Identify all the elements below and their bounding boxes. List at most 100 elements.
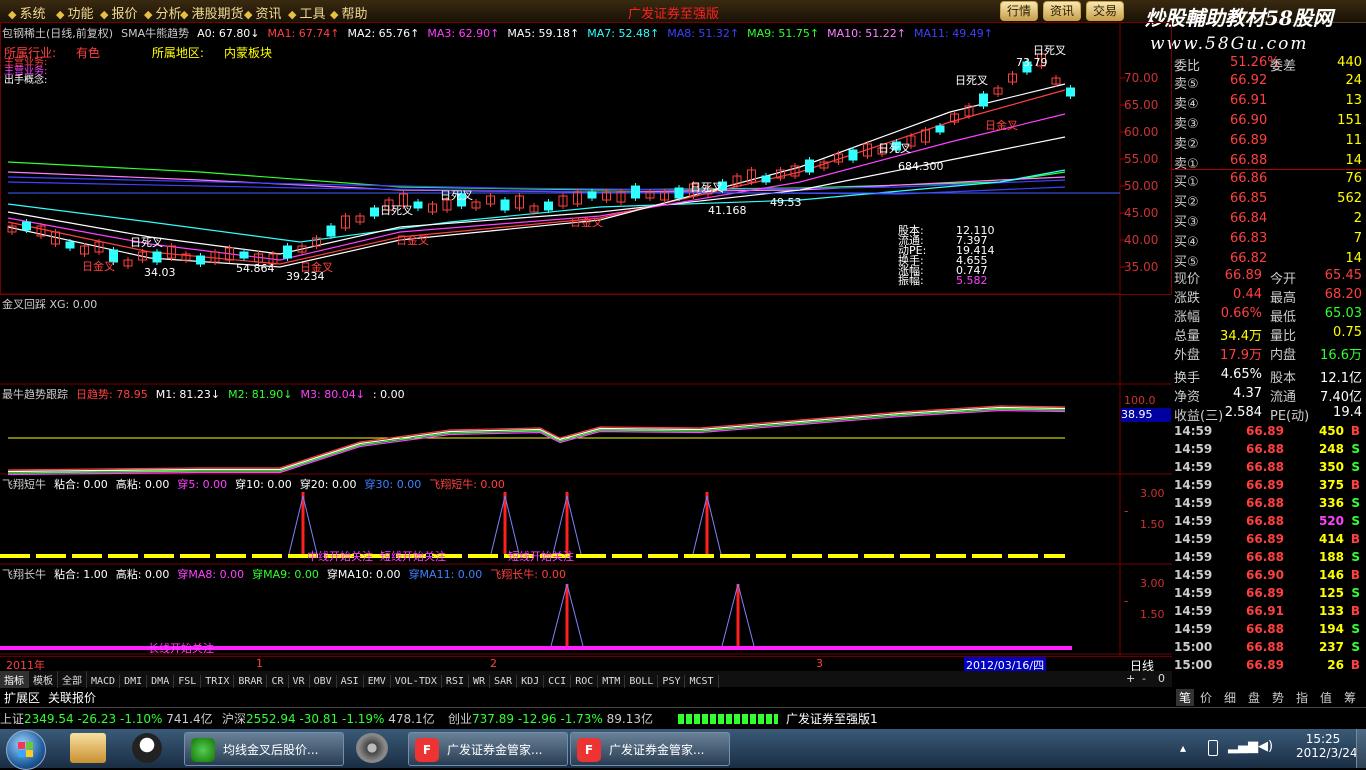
chart-annotation: 41.168 (708, 204, 747, 217)
sell-level-row[interactable]: 卖③ 66.90 151 (1172, 113, 1366, 132)
menu-item-help[interactable]: ◆ 帮助 (330, 3, 367, 22)
media-player-icon[interactable] (356, 733, 388, 763)
task-broker-2[interactable]: F 广发证券金管家... (570, 732, 730, 766)
panel5-ytick-high: 3.00 (1140, 577, 1165, 590)
indicator-tab-macd[interactable]: MACD (87, 675, 121, 688)
file-explorer-icon[interactable] (70, 733, 106, 763)
sell-level-row[interactable]: 卖④ 66.91 13 (1172, 93, 1366, 112)
chart-annotation: 日金叉 (82, 260, 115, 273)
buy-level-row[interactable]: 买③ 66.84 2 (1172, 211, 1366, 230)
indicator-tab-sar[interactable]: SAR (490, 675, 518, 688)
quote-tab[interactable]: 笔 (1176, 689, 1195, 706)
sell-level-row[interactable]: 卖⑤ 66.92 24 (1172, 73, 1366, 92)
quote-tab[interactable]: 值 (1320, 689, 1332, 706)
title-item: MA11: 49.49↑ (914, 27, 993, 40)
indicator-tab-roc[interactable]: ROC (571, 675, 599, 688)
buy-level-row[interactable]: 买④ 66.83 7 (1172, 231, 1366, 250)
sell-level-row[interactable]: 卖② 66.89 11 (1172, 133, 1366, 152)
tick-row: 14:59 66.91 133 B (1174, 604, 1360, 618)
indicator-tab-boll[interactable]: BOLL (625, 675, 659, 688)
indicator-tab-指标[interactable]: 指标 (0, 671, 29, 688)
index-item[interactable]: 上证2349.54 -26.23 -1.10% 741.4亿 (0, 708, 213, 730)
indicator-tab-brar[interactable]: BRAR (234, 675, 268, 688)
index-item[interactable]: 创业737.89 -12.96 -1.73% 89.13亿 (448, 708, 653, 730)
quote-tab[interactable]: 细 (1224, 689, 1236, 706)
signal-icon[interactable]: ▂▄▆ (1228, 739, 1258, 754)
buy-level-row[interactable]: 买⑤ 66.82 14 (1172, 251, 1366, 270)
title-item: M1: 81.23↓ (155, 388, 221, 401)
price-tick: 70.00 (1124, 71, 1159, 85)
quote-tab[interactable]: 筹 (1344, 689, 1356, 706)
menu-item-tools[interactable]: ◆ 工具 (288, 3, 325, 22)
indicator-tab-wr[interactable]: WR (469, 675, 491, 688)
chart-annotation: 日金叉 (396, 234, 429, 247)
indicator-tab-emv[interactable]: EMV (364, 675, 391, 688)
indicator-tab-mcst[interactable]: MCST (685, 675, 719, 688)
menu-item-news[interactable]: ◆ 资讯 (244, 3, 281, 22)
candle-body (413, 201, 423, 209)
quote-tab[interactable]: 盘 (1248, 689, 1260, 706)
battery-icon[interactable] (1208, 740, 1218, 756)
indicator-tab-mtm[interactable]: MTM (598, 675, 626, 688)
show-desktop-button[interactable] (1356, 729, 1366, 768)
chart-annotation: 34.03 (144, 266, 176, 279)
qq-icon[interactable] (132, 733, 162, 763)
tick-row: 14:59 66.90 146 B (1174, 568, 1360, 582)
menu-item-quote[interactable]: ◆ 报价 (100, 3, 137, 22)
index-item[interactable]: 沪深2552.94 -30.81 -1.19% 478.1亿 (222, 708, 435, 730)
candle-body (152, 251, 162, 263)
task-browser[interactable]: 均线金叉后股价... (184, 732, 344, 766)
indicator-tab-fsl[interactable]: FSL (174, 675, 202, 688)
tray-arrow-icon[interactable]: ▴ (1180, 741, 1186, 755)
tick-row: 14:59 66.88 188 S (1174, 550, 1360, 564)
indicator-tab-vr[interactable]: VR (289, 675, 310, 688)
indicator-tab-psy[interactable]: PSY (658, 675, 686, 688)
menu-item-system[interactable]: ◆ 系统 (8, 3, 45, 22)
volume-icon[interactable]: ◀) (1258, 739, 1273, 754)
quote-tab[interactable]: 指 (1296, 689, 1308, 706)
indicator-tab-kdj[interactable]: KDJ (517, 675, 545, 688)
title-item: 穿MA9: 0.00 (252, 568, 319, 581)
trade-button[interactable]: 交易 (1086, 1, 1125, 21)
indicator-tab-cr[interactable]: CR (267, 675, 289, 688)
indicator-tab-asi[interactable]: ASI (337, 675, 364, 688)
panel4-label-short: 短线开始关注 (380, 550, 446, 563)
indicator-tab-全部[interactable]: 全部 (58, 671, 87, 688)
zoom-in-button[interactable]: + (1126, 672, 1135, 685)
start-button[interactable] (6, 730, 46, 770)
buy-level-row[interactable]: 买① 66.86 76 (1172, 171, 1366, 190)
title-item: 飞翔短牛 (2, 478, 46, 491)
indicator-tab-模板[interactable]: 模板 (29, 671, 58, 688)
indicator-tab-obv[interactable]: OBV (310, 675, 337, 688)
ext-tab-expand[interactable]: 扩展区 (4, 689, 40, 706)
chart-annotation: 日死叉 (380, 204, 413, 217)
ext-tab-related[interactable]: 关联报价 (48, 689, 96, 706)
menu-item-function[interactable]: ◆ 功能 (56, 3, 93, 22)
indicator-tab-vol-tdx[interactable]: VOL-TDX (391, 675, 442, 688)
menu-item-analysis[interactable]: ◆ 分析 (144, 3, 181, 22)
x-axis: 2011年 1 2 3 2012/03/16/四 日线 (0, 656, 1172, 673)
reset-button[interactable]: 0 (1158, 672, 1165, 685)
zoom-controls: + - 0 (1120, 671, 1172, 687)
indicator-tab-trix[interactable]: TRIX (201, 675, 235, 688)
indicator-tab-cci[interactable]: CCI (544, 675, 572, 688)
news-button[interactable]: 资讯 (1043, 1, 1082, 21)
chart-annotation: 日金叉 (570, 216, 603, 229)
quote-tab[interactable]: 价 (1200, 689, 1212, 706)
indicator-tab-rsi[interactable]: RSI (442, 675, 469, 688)
price-tick: 50.00 (1124, 179, 1159, 193)
candle-body (674, 187, 684, 199)
task-broker-1[interactable]: F 广发证券金管家... (408, 732, 568, 766)
indicator-tab-dmi[interactable]: DMI (120, 675, 148, 688)
zoom-out-button[interactable]: - (1142, 672, 1146, 685)
indicator-tab-dma[interactable]: DMA (147, 675, 175, 688)
title-item: 日趋势: 78.95 (76, 388, 148, 401)
market-button[interactable]: 行情 (1000, 1, 1039, 21)
broker-icon: F (577, 738, 601, 762)
buy-level-row[interactable]: 买② 66.85 562 (1172, 191, 1366, 210)
price-tick: 45.00 (1124, 206, 1159, 220)
chart-annotation: 日金叉 (985, 119, 1018, 132)
quote-tab[interactable]: 势 (1272, 689, 1284, 706)
clock[interactable]: 15:25 2012/3/24 (1296, 732, 1358, 760)
menu-item-hk-futures[interactable]: ◆ 港股期货 (180, 3, 243, 22)
